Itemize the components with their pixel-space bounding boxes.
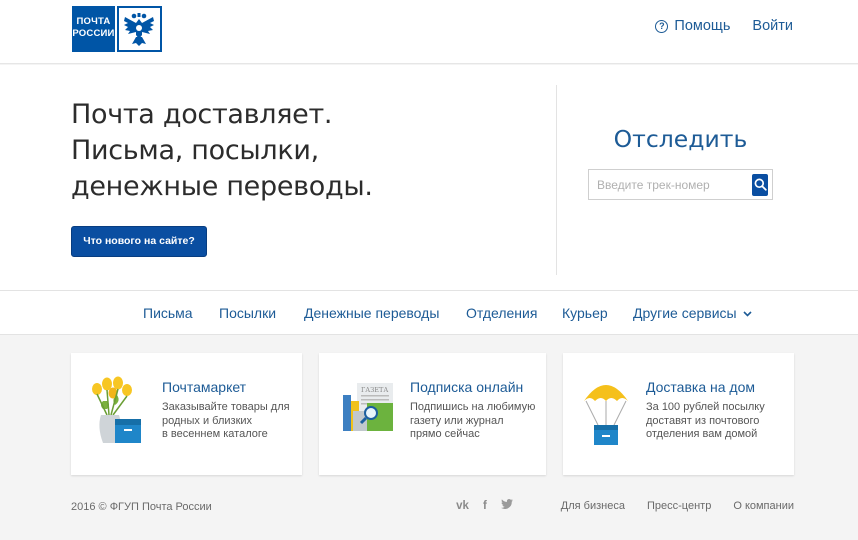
header-nav: ? Помощь Войти (655, 18, 793, 34)
track-search (588, 169, 773, 200)
hero-title: Почта доставляет. Письма, посылки, денеж… (71, 99, 373, 202)
newspaper-icon: ГАЗЕТА (341, 375, 401, 445)
help-label: Помощь (674, 18, 731, 34)
twitter-icon[interactable] (500, 499, 513, 512)
card-subscription[interactable]: ГАЗЕТА Подписка онлайн Подпишись на люби… (319, 353, 546, 475)
search-icon (754, 178, 767, 191)
divider (556, 85, 557, 275)
footer-link-about[interactable]: О компании (733, 500, 794, 512)
parachute-box-icon (581, 375, 641, 445)
nav-offices[interactable]: Отделения (466, 305, 537, 321)
search-button[interactable] (752, 173, 768, 196)
eagle-emblem-icon (116, 6, 162, 52)
flowers-box-icon (89, 375, 149, 445)
footer-link-business[interactable]: Для бизнеса (561, 500, 625, 512)
track-number-input[interactable] (589, 170, 752, 199)
site-header: ПОЧТА РОССИИ ? Помощь Войти (0, 0, 858, 64)
svg-text:ГАЗЕТА: ГАЗЕТА (361, 386, 388, 394)
track-title: Отследить (613, 125, 748, 153)
chevron-down-icon (743, 311, 752, 317)
nav-other-services[interactable]: Другие сервисы (633, 305, 752, 321)
nav-money-transfers[interactable]: Денежные переводы (304, 305, 439, 321)
login-link[interactable]: Войти (752, 18, 793, 34)
card-description: За 100 рублей посылку доставят из почтов… (646, 401, 765, 440)
nav-letters[interactable]: Письма (143, 305, 193, 321)
card-description: Заказывайте товары для родных и близких … (162, 401, 290, 440)
logo-text: ПОЧТА РОССИИ (72, 6, 115, 52)
vk-icon[interactable]: vk (456, 500, 469, 512)
hero-section: Почта доставляет. Письма, посылки, денеж… (0, 65, 858, 290)
card-pochtamarket[interactable]: Почтамаркет Заказывайте товары для родны… (71, 353, 302, 475)
card-title: Почтамаркет (162, 379, 247, 395)
nav-parcels[interactable]: Посылки (219, 305, 276, 321)
card-description: Подпишись на любимую газету или журнал п… (410, 401, 536, 440)
footer-links: vk f Для бизнеса Пресс-центр О компании (442, 499, 794, 512)
main-nav: Письма Посылки Денежные переводы Отделен… (0, 290, 858, 335)
facebook-icon[interactable]: f (483, 500, 487, 512)
question-icon: ? (655, 19, 669, 33)
copyright: 2016 © ФГУП Почта России (71, 501, 212, 513)
logo[interactable]: ПОЧТА РОССИИ (72, 6, 162, 52)
footer-link-press[interactable]: Пресс-центр (647, 500, 711, 512)
social-links: vk f (442, 499, 513, 512)
nav-courier[interactable]: Курьер (562, 305, 608, 321)
card-title: Подписка онлайн (410, 379, 524, 395)
whats-new-button[interactable]: Что нового на сайте? (71, 226, 207, 257)
card-title: Доставка на дом (646, 379, 755, 395)
nav-other-services-label: Другие сервисы (633, 305, 737, 321)
help-link[interactable]: ? Помощь (655, 18, 730, 34)
card-home-delivery[interactable]: Доставка на дом За 100 рублей посылку до… (563, 353, 794, 475)
